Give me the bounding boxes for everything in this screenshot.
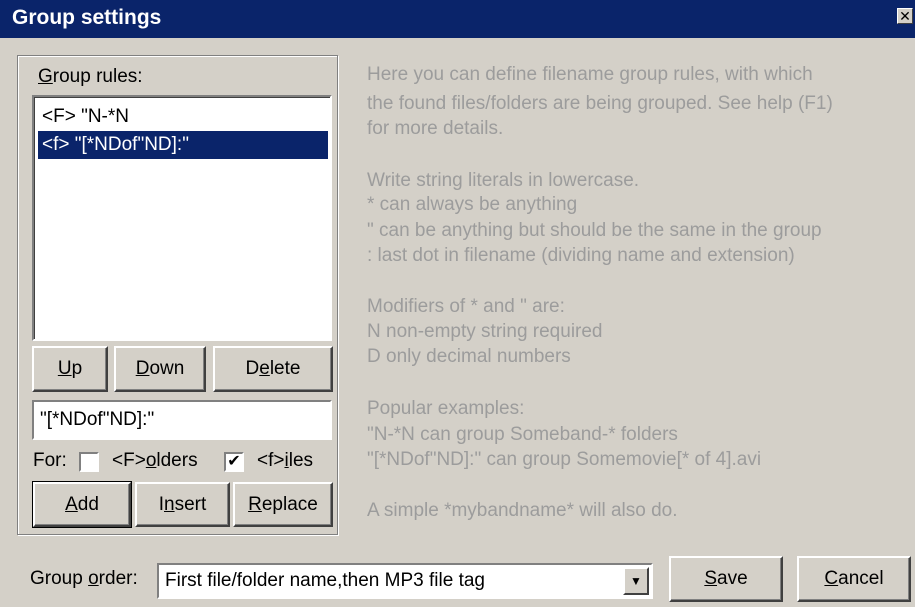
folders-checkbox[interactable]	[79, 452, 99, 472]
insert-button[interactable]: In sert	[135, 482, 230, 527]
files-checkbox[interactable]: ✔	[224, 452, 244, 472]
delete-button[interactable]: De lete	[213, 346, 333, 392]
files-checkbox-label: <f>iles	[257, 450, 314, 471]
help-line: N non-empty string required	[367, 321, 603, 342]
group-order-label: Group order:	[30, 568, 138, 589]
for-label: For:	[33, 450, 67, 471]
help-line: * can always be anything	[367, 194, 578, 215]
help-line: : last dot in filename (dividing name an…	[367, 245, 795, 266]
save-button[interactable]: Save	[669, 556, 783, 602]
help-line: " can be anything but should be the same…	[367, 220, 822, 241]
chevron-down-icon[interactable]: ▼	[623, 567, 649, 595]
list-item[interactable]: <F> "N-*N	[38, 103, 328, 131]
list-item-selected[interactable]: <f> "[*NDof"ND]:"	[38, 131, 328, 159]
group-order-value: First file/folder name,then MP3 file tag	[165, 570, 485, 591]
help-line: for more details.	[367, 118, 504, 139]
group-settings-window: Group settings ✕ Group rules: <F> "N-*N …	[0, 0, 915, 607]
help-line: Popular examples:	[367, 398, 525, 419]
help-line: Modifiers of * and " are:	[367, 296, 565, 317]
replace-button[interactable]: Replace	[233, 482, 333, 527]
title-bar: Group settings ✕	[0, 0, 915, 38]
folders-checkbox-label: <F>olders	[112, 450, 198, 471]
help-line: A simple *mybandname* will also do.	[367, 500, 678, 521]
rule-input[interactable]: "[*NDof"ND]:"	[32, 400, 332, 440]
window-title: Group settings	[12, 6, 162, 29]
help-line: "[*NDof"ND]:" can group Somemovie[* of 4…	[367, 449, 762, 470]
help-line: the found files/folders are being groupe…	[367, 93, 833, 114]
group-order-select[interactable]: First file/folder name,then MP3 file tag…	[157, 563, 653, 599]
up-button[interactable]: Up	[32, 346, 108, 392]
close-icon[interactable]: ✕	[897, 8, 913, 24]
help-line: Here you can define filename group rules…	[367, 64, 813, 85]
help-line: D only decimal numbers	[367, 346, 571, 367]
add-button[interactable]: Add	[32, 481, 132, 528]
cancel-button[interactable]: Cancel	[797, 556, 911, 602]
group-rules-list[interactable]: <F> "N-*N <f> "[*NDof"ND]:"	[32, 95, 332, 341]
help-line: "N-*N can group Someband-* folders	[367, 424, 678, 445]
help-line: Write string literals in lowercase.	[367, 170, 640, 191]
group-rules-label: Group rules:	[38, 66, 143, 87]
down-button[interactable]: Down	[114, 346, 206, 392]
